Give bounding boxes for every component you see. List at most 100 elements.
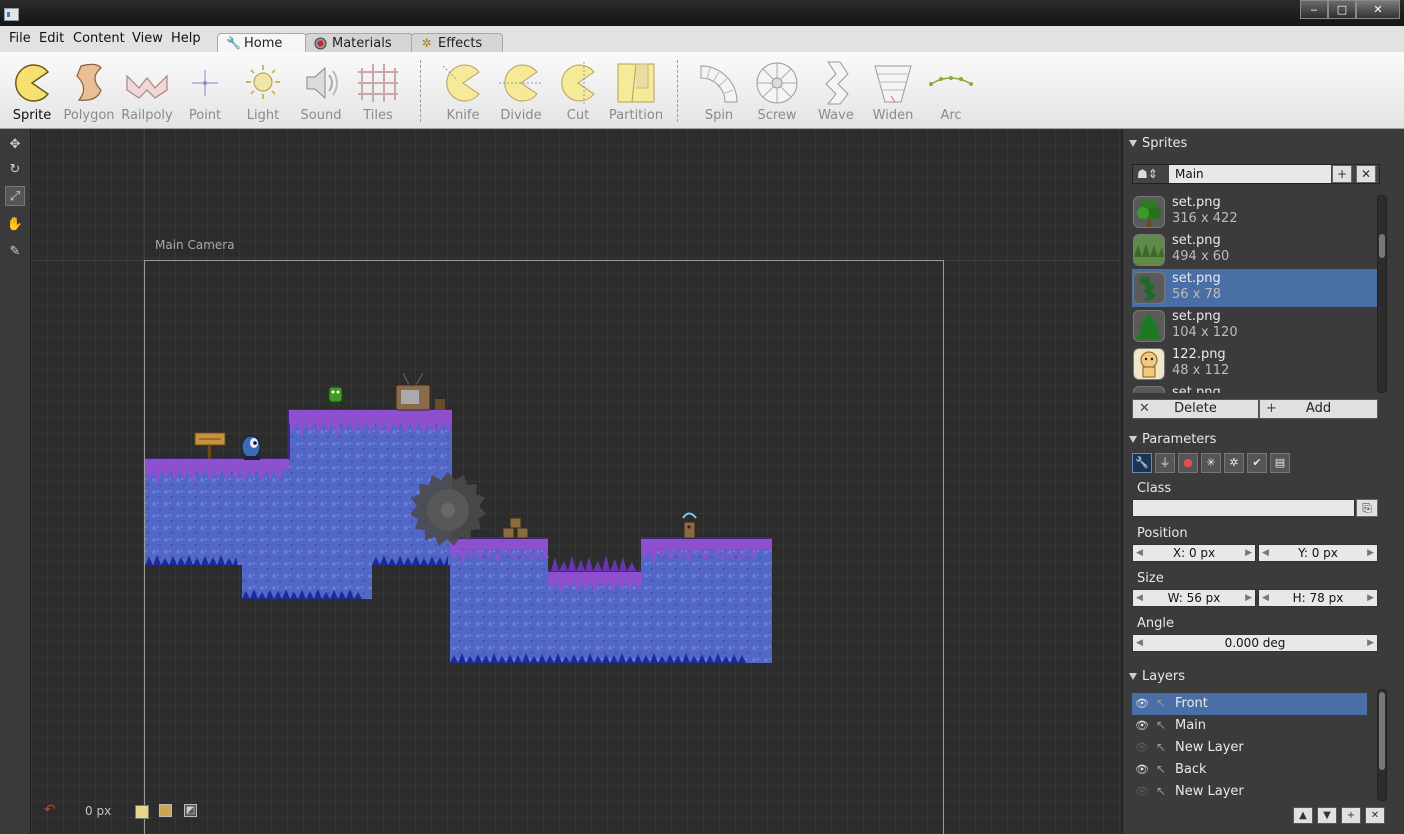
spin-icon xyxy=(700,65,738,103)
light-tool[interactable]: Light xyxy=(234,60,292,123)
layer-list-scrollbar[interactable] xyxy=(1377,689,1387,801)
totem-sprite[interactable] xyxy=(682,512,697,539)
menu-help[interactable]: Help xyxy=(171,31,201,46)
snap-edge-icon[interactable]: ◩ xyxy=(184,804,197,817)
screw-tool[interactable]: Screw xyxy=(748,60,806,123)
list-item[interactable]: set.png xyxy=(1132,383,1377,393)
list-item[interactable]: 👁 ↖ New Layer xyxy=(1132,781,1367,803)
add-group-button[interactable]: + xyxy=(1332,165,1352,183)
add-sprite-button[interactable]: + Add xyxy=(1259,399,1378,419)
remove-layer-button[interactable]: ✕ xyxy=(1365,807,1385,824)
move-tool-icon[interactable]: ✥ xyxy=(5,135,25,155)
tiles-tool[interactable]: Tiles xyxy=(349,60,407,123)
snap-object-icon[interactable] xyxy=(159,804,172,817)
scene-canvas[interactable]: Main Camera ↶ 0 px ◩ xyxy=(31,129,1121,834)
divide-tool[interactable]: Divide xyxy=(492,60,550,123)
list-item[interactable]: 122.png 48 x 112 xyxy=(1132,345,1377,383)
menu-edit[interactable]: Edit xyxy=(39,31,64,46)
cursor-icon[interactable]: ↖ xyxy=(1156,740,1166,754)
sprite-size: 48 x 112 xyxy=(1172,363,1230,378)
ground-block[interactable] xyxy=(450,537,772,663)
rotate-tool-icon[interactable]: ↻ xyxy=(5,160,25,180)
list-item[interactable]: 👁 ↖ Back xyxy=(1132,759,1367,781)
menu-content[interactable]: Content xyxy=(73,31,125,46)
size-label: Size xyxy=(1137,571,1164,586)
tab-effects[interactable]: ✲ Effects xyxy=(411,33,503,52)
eye-icon[interactable]: 👁 xyxy=(1135,719,1149,733)
polygon-tool[interactable]: Polygon xyxy=(60,60,118,123)
spin-tool[interactable]: Spin xyxy=(690,60,748,123)
tab-home[interactable]: 🔧 Home xyxy=(217,33,307,53)
cursor-icon[interactable]: ↖ xyxy=(1156,718,1166,732)
list-item[interactable]: set.png 316 x 422 xyxy=(1132,193,1377,231)
snap-magnet-icon[interactable]: ↶ xyxy=(44,802,56,818)
minimize-button[interactable]: ‒ xyxy=(1300,0,1328,19)
move-layer-up-button[interactable]: ▲ xyxy=(1293,807,1313,824)
snap-grid-icon[interactable] xyxy=(135,805,149,819)
list-item[interactable]: set.png 104 x 120 xyxy=(1132,307,1377,345)
layer-list[interactable]: 👁 ↖ Front 👁 ↖ Main 👁 ↖ New Layer 👁 ↖ Bac… xyxy=(1132,693,1367,803)
list-item[interactable]: set.png 494 x 60 xyxy=(1132,231,1377,269)
partition-tool[interactable]: Partition xyxy=(607,60,665,123)
green-creature-sprite[interactable] xyxy=(328,386,343,406)
sprite-list-scrollbar[interactable] xyxy=(1377,195,1387,393)
particles-icon[interactable]: ✳ xyxy=(1201,453,1221,473)
class-browse-button[interactable]: ⎘ xyxy=(1356,499,1378,517)
wave-tool[interactable]: Wave xyxy=(807,60,865,123)
sprites-panel-title: Sprites xyxy=(1142,136,1188,151)
add-layer-button[interactable]: + xyxy=(1341,807,1361,824)
cursor-icon[interactable]: ↖ xyxy=(1156,784,1166,798)
sound-tool[interactable]: Sound xyxy=(292,60,350,123)
list-item[interactable]: 👁 ↖ Main xyxy=(1132,715,1367,737)
check-icon[interactable]: ✔ xyxy=(1247,453,1267,473)
move-layer-down-button[interactable]: ▼ xyxy=(1317,807,1337,824)
signpost-sprite[interactable] xyxy=(194,432,226,459)
material-sphere-icon[interactable]: ● xyxy=(1178,453,1198,473)
maximize-button[interactable]: □ xyxy=(1328,0,1356,19)
eye-icon[interactable]: 👁 xyxy=(1135,763,1149,777)
tv-sprite[interactable] xyxy=(395,372,445,411)
cursor-icon[interactable]: ↖ xyxy=(1156,696,1166,710)
tab-materials[interactable]: Materials xyxy=(305,33,413,52)
position-y-field[interactable]: ◀ Y: 0 px ▶ xyxy=(1258,544,1378,562)
knife-tool[interactable]: Knife xyxy=(434,60,492,123)
list-item[interactable]: 👁 ↖ New Layer xyxy=(1132,737,1367,759)
ground-block[interactable] xyxy=(145,409,452,599)
list-item[interactable]: 👁 ↖ Front xyxy=(1132,693,1367,715)
eye-icon[interactable]: 👁 xyxy=(1135,697,1149,711)
sprites-panel-header[interactable]: Sprites xyxy=(1129,136,1187,151)
eye-icon[interactable]: 👁 xyxy=(1135,785,1149,799)
widen-tool[interactable]: Widen xyxy=(864,60,922,123)
remove-group-button[interactable]: ✕ xyxy=(1356,165,1376,183)
sparkle-icon[interactable]: ✲ xyxy=(1224,453,1244,473)
funnel-icon[interactable]: ⏚ xyxy=(1155,453,1175,473)
cut-tool[interactable]: Cut xyxy=(549,60,607,123)
menu-view[interactable]: View xyxy=(132,31,163,46)
delete-sprite-button[interactable]: ✕ Delete xyxy=(1132,399,1259,419)
menu-file[interactable]: File xyxy=(9,31,31,46)
eyedropper-tool-icon[interactable]: ✎ xyxy=(5,242,25,262)
point-tool[interactable]: Point xyxy=(176,60,234,123)
sprite-list[interactable]: set.png 316 x 422 set.png 494 x 60 set.p… xyxy=(1132,193,1377,393)
close-button[interactable]: ✕ xyxy=(1356,0,1400,19)
wrench-icon[interactable]: 🔧 xyxy=(1132,453,1152,473)
size-height-field[interactable]: ◀ H: 78 px ▶ xyxy=(1258,589,1378,607)
railpoly-tool[interactable]: Railpoly xyxy=(118,60,176,123)
parameters-panel-header[interactable]: Parameters xyxy=(1129,432,1216,447)
player-character-sprite[interactable] xyxy=(241,435,261,460)
hand-tool-icon[interactable]: ✋ xyxy=(5,215,25,235)
sprite-tool[interactable]: Sprite xyxy=(3,60,61,123)
class-field[interactable] xyxy=(1132,499,1355,517)
list-item[interactable]: set.png 56 x 78 xyxy=(1132,269,1377,307)
scale-tool-icon[interactable]: ⤢ xyxy=(5,186,25,206)
size-width-field[interactable]: ◀ W: 56 px ▶ xyxy=(1132,589,1256,607)
eye-icon[interactable]: 👁 xyxy=(1135,741,1149,755)
arc-tool[interactable]: Arc xyxy=(922,60,980,123)
crates-sprite[interactable] xyxy=(502,517,529,539)
angle-field[interactable]: ◀ 0.000 deg ▶ xyxy=(1132,634,1378,652)
position-x-field[interactable]: ◀ X: 0 px ▶ xyxy=(1132,544,1256,562)
script-icon[interactable]: ▤ xyxy=(1270,453,1290,473)
railpoly-icon xyxy=(126,74,168,99)
layers-panel-header[interactable]: Layers xyxy=(1129,669,1185,684)
cursor-icon[interactable]: ↖ xyxy=(1156,762,1166,776)
